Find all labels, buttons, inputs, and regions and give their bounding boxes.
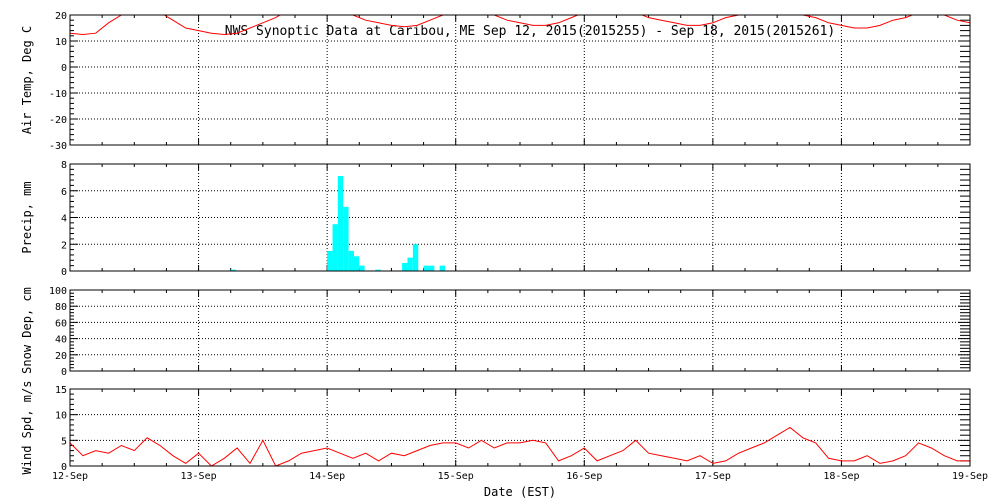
y-tick-label-snow_depth: 0 — [61, 367, 67, 378]
panel-precip: 0 2 4 6 8 Precip, mm — [20, 160, 971, 278]
precip-bar — [348, 250, 354, 271]
precip-bar — [423, 265, 429, 271]
chart-title: NWS Synoptic Data at Caribou, ME Sep 12,… — [225, 24, 835, 39]
precip-bar — [412, 244, 419, 271]
y-tick-label-air_temp: -20 — [49, 115, 67, 126]
precip-bar — [359, 265, 365, 271]
y-tick-label-snow_depth: 60 — [55, 318, 67, 329]
y-tick-label-air_temp: 20 — [55, 11, 67, 22]
y-tick-label-air_temp: 10 — [55, 37, 67, 48]
precip-bar — [402, 262, 408, 271]
precip-bar — [337, 176, 344, 271]
x-tick-label: 16-Sep — [566, 471, 602, 482]
panel-snow_depth: 0 20 40 60 80 100 Snow Dep, cm — [20, 286, 971, 378]
y-tick-label-air_temp: -10 — [49, 89, 67, 100]
y-tick-label-air_temp: 0 — [61, 63, 67, 74]
y-tick-label-precip: 8 — [61, 160, 67, 171]
y-tick-label-wind_speed: 10 — [55, 411, 67, 422]
x-tick-label: 14-Sep — [309, 471, 345, 482]
precip-bar — [428, 265, 435, 271]
y-tick-label-precip: 4 — [61, 214, 67, 225]
x-tick-label: 13-Sep — [181, 471, 217, 482]
y-tick-label-snow_depth: 40 — [55, 335, 67, 346]
precip-bar — [353, 256, 360, 271]
precip-bar — [439, 265, 446, 271]
x-tick-label: 12-Sep — [52, 471, 88, 482]
y-tick-label-air_temp: -30 — [49, 141, 67, 152]
y-axis-title-snow_depth: Snow Dep, cm — [20, 287, 34, 374]
y-tick-label-snow_depth: 80 — [55, 302, 67, 313]
y-axis-title-air_temp: Air Temp, Deg C — [20, 26, 34, 134]
y-tick-label-snow_depth: 20 — [55, 351, 67, 362]
panel-frame — [69, 388, 971, 467]
panel-frame — [69, 289, 971, 372]
y-tick-label-wind_speed: 5 — [61, 436, 67, 447]
y-tick-label-precip: 0 — [61, 267, 67, 278]
panel-wind_speed: 051015Wind Spd, m/s — [20, 381, 971, 475]
synoptic-figure: NWS Synoptic Data at Caribou, ME Sep 12,… — [20, 11, 988, 499]
y-axis-title-precip: Precip, mm — [20, 181, 34, 253]
y-tick-label-precip: 6 — [61, 187, 67, 198]
precip-bar — [332, 224, 338, 271]
precip-bar — [407, 257, 413, 271]
x-tick-label: 15-Sep — [438, 471, 474, 482]
precip-bar — [343, 206, 349, 271]
x-tick-label: 19-Sep — [952, 471, 988, 482]
y-tick-label-wind_speed: 15 — [55, 385, 67, 396]
chart-panels: -30 -20 -10 0 10 20 Air Temp, Deg C 0 2 4 6 8 Precip… — [20, 11, 988, 482]
x-axis-title: Date (EST) — [484, 485, 556, 499]
x-tick-label: 18-Sep — [823, 471, 859, 482]
y-axis-title-wind_speed: Wind Spd, m/s — [20, 381, 34, 475]
wind_speed-line — [70, 426, 970, 466]
precip-bar — [327, 250, 333, 271]
y-tick-label-precip: 2 — [61, 240, 67, 251]
x-tick-label: 17-Sep — [695, 471, 731, 482]
y-tick-label-snow_depth: 100 — [49, 286, 67, 297]
